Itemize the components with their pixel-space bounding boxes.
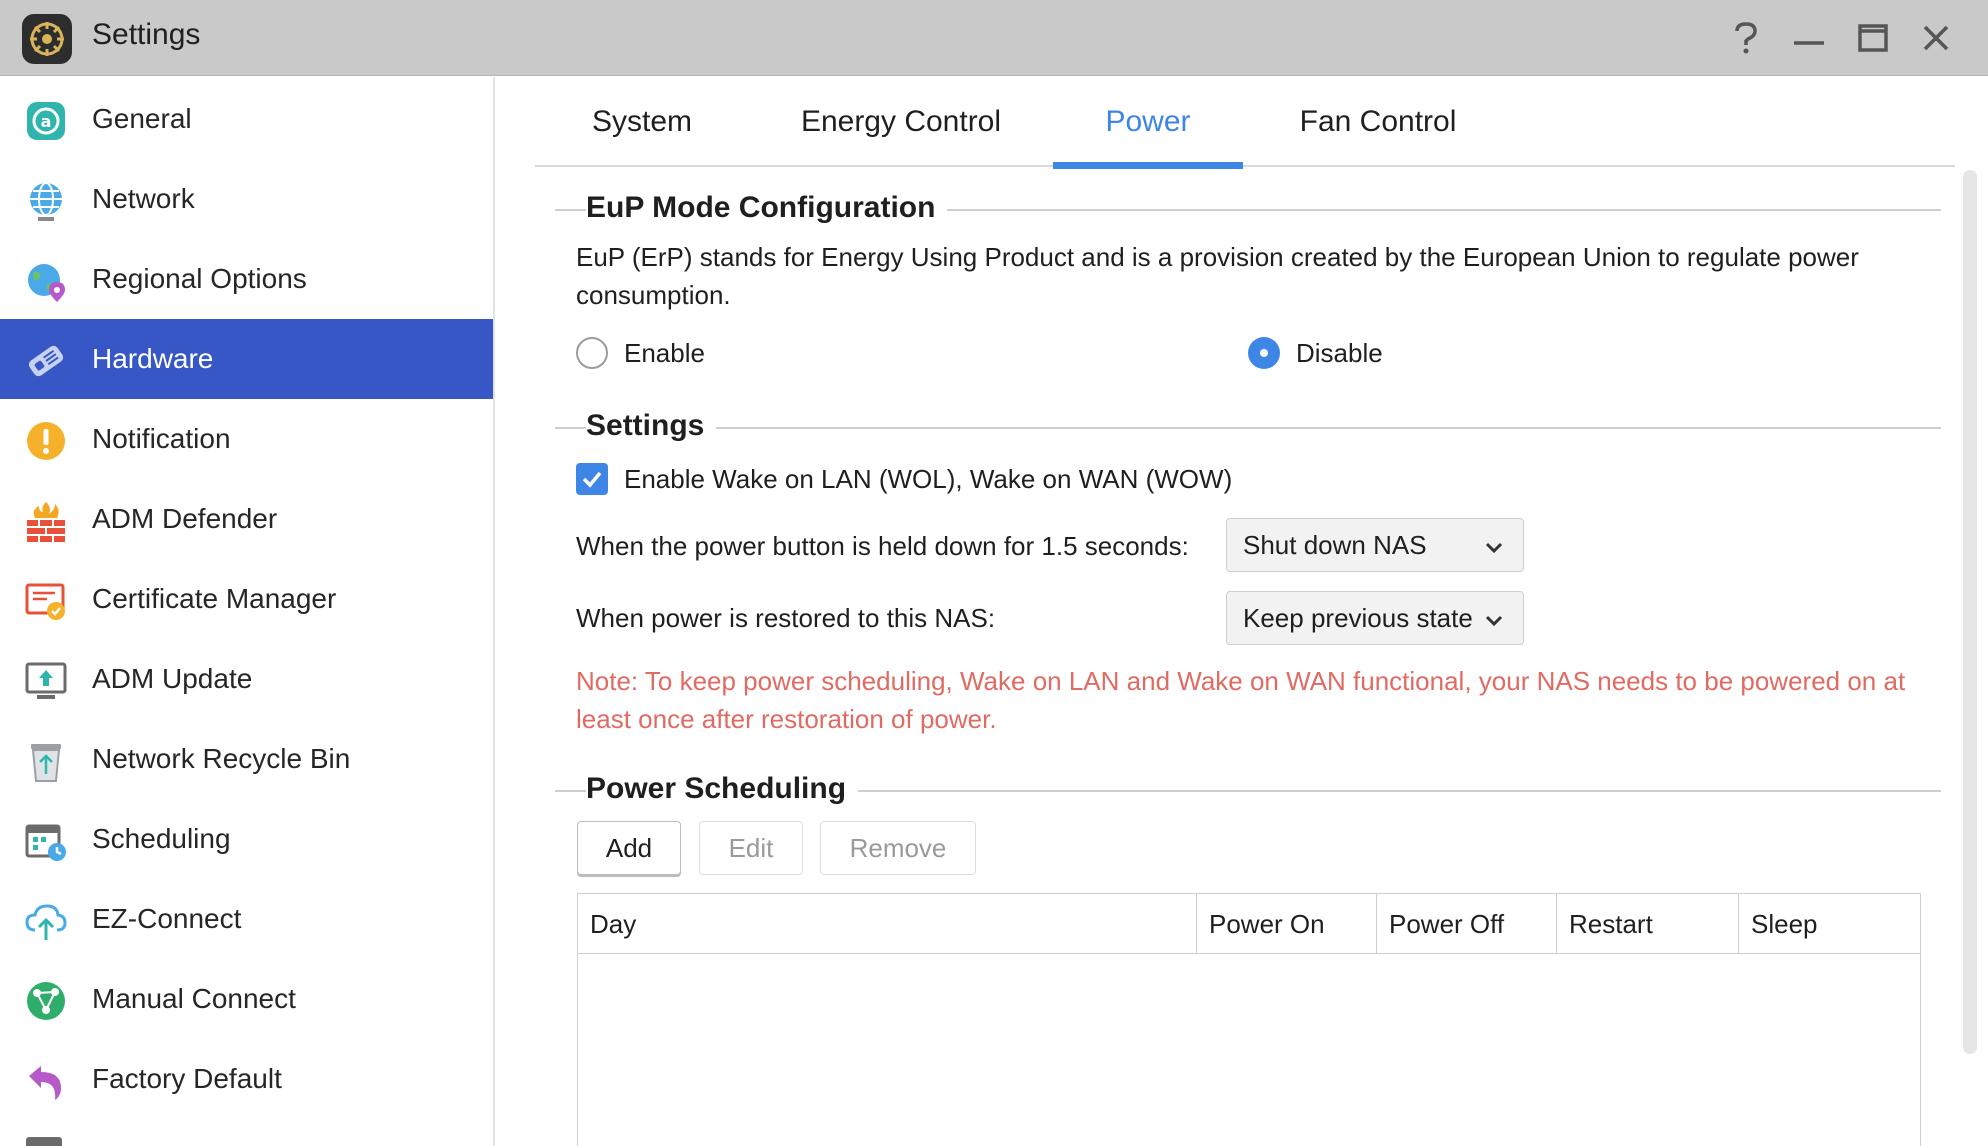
power-restore-value: Keep previous state xyxy=(1243,602,1473,633)
network-sphere-icon xyxy=(24,979,68,1023)
sidebar-item-label: ADM Update xyxy=(92,663,253,694)
chevron-down-icon xyxy=(1485,542,1503,554)
chevron-down-icon xyxy=(1485,615,1503,627)
sidebar-item-label: Factory Default xyxy=(92,1063,282,1094)
column-header-sleep[interactable]: Sleep xyxy=(1739,894,1920,954)
help-icon[interactable] xyxy=(1726,18,1766,58)
column-header-day[interactable]: Day xyxy=(578,894,1197,954)
sidebar-item-adm-defender[interactable]: ADM Defender xyxy=(0,479,493,559)
firewall-icon xyxy=(24,499,68,543)
sidebar-item-label: Regional Options xyxy=(92,263,307,294)
close-icon[interactable] xyxy=(1916,18,1956,58)
eup-description: EuP (ErP) stands for Energy Using Produc… xyxy=(576,242,1859,272)
power-restore-select[interactable]: Keep previous state xyxy=(1226,591,1524,645)
tab-fan-control[interactable]: Fan Control xyxy=(1243,77,1513,167)
maximize-icon[interactable] xyxy=(1853,18,1893,58)
settings-section-header: Settings xyxy=(555,407,1941,447)
sidebar-item-partial xyxy=(26,1137,62,1146)
sidebar-item-ez-connect[interactable]: EZ-Connect xyxy=(0,879,493,959)
sidebar-item-label: Manual Connect xyxy=(92,983,296,1014)
sidebar-item-label: Certificate Manager xyxy=(92,583,337,614)
power-schedule-table: Day Power On Power Off Restart Sleep xyxy=(577,893,1921,1146)
sidebar-item-hardware[interactable]: Hardware xyxy=(0,319,493,399)
sidebar-item-label: Hardware xyxy=(92,343,214,374)
settings-app-icon xyxy=(22,14,72,64)
sidebar-item-scheduling[interactable]: Scheduling xyxy=(0,799,493,879)
eup-enable-radio[interactable] xyxy=(576,337,608,369)
eup-section-header: EuP Mode Configuration xyxy=(555,189,1941,229)
sidebar-item-label: Scheduling xyxy=(92,823,231,854)
power-button-value: Shut down NAS xyxy=(1243,529,1427,560)
calendar-clock-icon xyxy=(24,819,68,863)
minimize-icon[interactable] xyxy=(1789,18,1829,58)
power-note-cont: least once after restoration of power. xyxy=(576,704,997,734)
sidebar-item-network[interactable]: Network xyxy=(0,159,493,239)
title-bar: Settings xyxy=(0,0,1988,76)
tab-system[interactable]: System xyxy=(535,77,749,167)
sidebar-item-regional-options[interactable]: Regional Options xyxy=(0,239,493,319)
exclamation-icon xyxy=(24,419,68,463)
power-restore-label: When power is restored to this NAS: xyxy=(576,603,996,633)
power-scheduling-section-header: Power Scheduling xyxy=(555,770,1941,810)
sidebar-item-network-recycle-bin[interactable]: Network Recycle Bin xyxy=(0,719,493,799)
remove-button[interactable]: Remove xyxy=(820,821,976,875)
update-icon xyxy=(24,659,68,703)
eup-section-title: EuP Mode Configuration xyxy=(586,191,948,225)
sidebar-item-factory-default[interactable]: Factory Default xyxy=(0,1039,493,1119)
globe-icon xyxy=(24,179,68,223)
power-scheduling-title: Power Scheduling xyxy=(586,772,859,806)
hardware-icon xyxy=(24,339,68,383)
cloud-upload-icon xyxy=(24,899,68,943)
column-header-power-off[interactable]: Power Off xyxy=(1377,894,1557,954)
eup-disable-label[interactable]: Disable xyxy=(1296,334,1383,372)
certificate-icon xyxy=(24,579,68,623)
tab-power[interactable]: Power xyxy=(1053,77,1243,169)
eup-enable-label[interactable]: Enable xyxy=(624,334,705,372)
edit-button[interactable]: Edit xyxy=(699,821,803,875)
eup-disable-radio[interactable] xyxy=(1248,337,1280,369)
power-note: Note: To keep power scheduling, Wake on … xyxy=(576,666,1906,696)
sidebar-item-label: Notification xyxy=(92,423,231,454)
sidebar-item-label: Network Recycle Bin xyxy=(92,743,351,774)
table-header: Day Power On Power Off Restart Sleep xyxy=(578,894,1920,954)
sidebar-item-manual-connect[interactable]: Manual Connect xyxy=(0,959,493,1039)
wol-label[interactable]: Enable Wake on LAN (WOL), Wake on WAN (W… xyxy=(624,460,1232,498)
sidebar: a General Network Regional Options Hardw… xyxy=(0,77,495,1146)
tab-bar: System Energy Control Power Fan Control xyxy=(535,77,1955,169)
recycle-bin-icon xyxy=(24,739,68,783)
eup-description-cont: consumption. xyxy=(576,280,731,310)
wol-checkbox[interactable] xyxy=(576,463,608,495)
undo-arrow-icon xyxy=(24,1059,68,1103)
sidebar-item-adm-update[interactable]: ADM Update xyxy=(0,639,493,719)
sidebar-item-label: Network xyxy=(92,183,195,214)
sidebar-item-label: General xyxy=(92,103,192,134)
sidebar-item-notification[interactable]: Notification xyxy=(0,399,493,479)
general-icon: a xyxy=(24,99,68,143)
vertical-scrollbar[interactable] xyxy=(1963,170,1977,1054)
sidebar-item-general[interactable]: a General xyxy=(0,79,493,159)
tab-energy-control[interactable]: Energy Control xyxy=(749,77,1053,167)
regional-globe-icon xyxy=(24,259,68,303)
window-title: Settings xyxy=(92,18,201,51)
column-header-power-on[interactable]: Power On xyxy=(1197,894,1377,954)
power-button-label: When the power button is held down for 1… xyxy=(576,531,1189,561)
svg-text:a: a xyxy=(41,112,52,131)
sidebar-item-label: EZ-Connect xyxy=(92,903,242,934)
add-button[interactable]: Add xyxy=(577,821,681,875)
sidebar-item-label: ADM Defender xyxy=(92,503,278,534)
power-button-select[interactable]: Shut down NAS xyxy=(1226,518,1524,572)
column-header-restart[interactable]: Restart xyxy=(1557,894,1739,954)
settings-section-title: Settings xyxy=(586,409,717,443)
sidebar-item-certificate-manager[interactable]: Certificate Manager xyxy=(0,559,493,639)
main-panel: System Energy Control Power Fan Control … xyxy=(497,77,1988,1146)
